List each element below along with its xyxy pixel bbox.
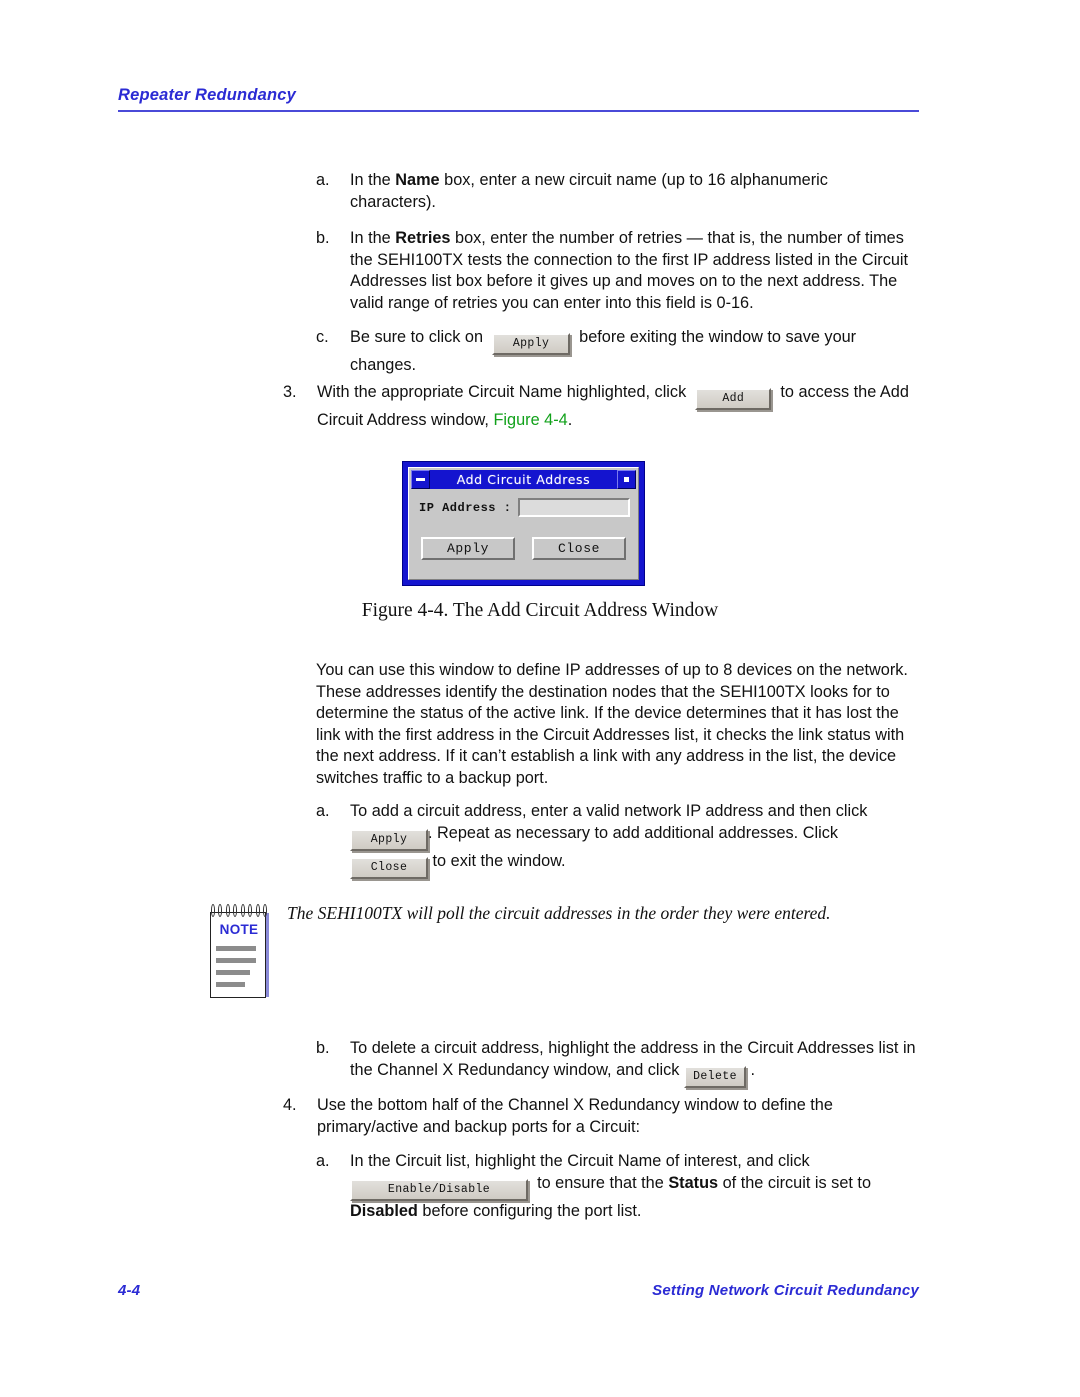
- step-a1-bold: Name: [395, 171, 440, 189]
- spiral-coil: [240, 904, 245, 917]
- minimize-glyph: [416, 478, 425, 481]
- note-callout: NOTE The SEHI100TX will poll the circuit…: [207, 900, 947, 998]
- list-marker: 4.: [283, 1096, 297, 1114]
- step-a2-mid: . Repeat as necessary to add additional …: [428, 823, 838, 842]
- spiral-coil: [248, 904, 253, 917]
- note-ruled-line: [216, 958, 256, 963]
- dialog-button-row: Apply Close: [421, 537, 626, 560]
- spiral-coil: [225, 904, 230, 917]
- spiral-coil: [233, 904, 238, 917]
- page-header-rule: [118, 110, 919, 112]
- step-c1-pre: Be sure to click on: [350, 328, 484, 346]
- note-ruled-line: [216, 970, 250, 975]
- delete-button[interactable]: Delete: [683, 1065, 746, 1088]
- footer-section-title: Setting Network Circuit Redundancy: [652, 1282, 919, 1299]
- add-circuit-address-dialog-figure: Add Circuit Address IP Address : Apply C…: [402, 461, 645, 586]
- page-header: Repeater Redundancy: [118, 86, 919, 112]
- minimize-icon[interactable]: [411, 470, 430, 489]
- step-a3-bold-disabled: Disabled: [350, 1201, 418, 1220]
- close-button[interactable]: Close: [350, 856, 428, 879]
- list-marker: a.: [316, 171, 330, 189]
- page-header-title: Repeater Redundancy: [118, 86, 297, 104]
- step-a3-mid2: of the circuit is set to: [718, 1173, 872, 1192]
- footer-page-number: 4-4: [118, 1282, 141, 1299]
- note-label: NOTE: [219, 922, 259, 937]
- list-item-step-c1: c. Be sure to click on Apply before exit…: [316, 327, 916, 377]
- step-a3-bold-status: Status: [668, 1173, 719, 1192]
- step-a3-mid: to ensure that the: [537, 1173, 669, 1192]
- spiral-coil: [218, 904, 223, 917]
- list-item-text: In the Name box, enter a new circuit nam…: [350, 170, 916, 213]
- list-item-step-b1: b. In the Retries box, enter the number …: [316, 228, 916, 314]
- list-item-text: To add a circuit address, enter a valid …: [350, 801, 926, 879]
- list-item-step-b2: b. To delete a circuit address, highligh…: [316, 1038, 931, 1088]
- note-ruled-line: [216, 946, 256, 951]
- step-b2-end: .: [750, 1060, 756, 1079]
- list-item-step-a3: a. In the Circuit list, highlight the Ci…: [316, 1151, 931, 1222]
- list-item-text: With the appropriate Circuit Name highli…: [317, 382, 923, 432]
- list-item-step-4: 4. Use the bottom half of the Channel X …: [283, 1095, 903, 1138]
- note-ruled-line: [216, 982, 245, 987]
- figure-caption: Figure 4-4. The Add Circuit Address Wind…: [361, 600, 719, 621]
- list-marker: a.: [316, 802, 330, 820]
- enable-disable-button[interactable]: Enable/Disable: [350, 1178, 528, 1201]
- step-a3-end: before configuring the port list.: [417, 1201, 642, 1220]
- step-a1-pre: In the: [350, 171, 396, 189]
- step-b2-pre: To delete a circuit address, highlight t…: [350, 1039, 916, 1079]
- list-item-step-a1: a. In the Name box, enter a new circuit …: [316, 170, 916, 213]
- apply-button[interactable]: Apply: [492, 333, 571, 355]
- list-marker: c.: [316, 328, 329, 346]
- dialog-close-button[interactable]: Close: [532, 537, 626, 560]
- note-icon: NOTE: [207, 904, 271, 1000]
- list-marker: b.: [316, 229, 330, 247]
- ip-address-input[interactable]: [518, 498, 630, 517]
- step-a2-end: to exit the window.: [432, 851, 566, 870]
- notepad-spiral-icon: [211, 904, 267, 918]
- list-item-text: Use the bottom half of the Channel X Red…: [317, 1096, 833, 1136]
- dialog-titlebar: Add Circuit Address: [411, 470, 636, 489]
- spiral-coil: [255, 904, 260, 917]
- dialog-title: Add Circuit Address: [456, 472, 591, 487]
- spiral-coil: [262, 904, 267, 917]
- list-marker: a.: [316, 1152, 330, 1170]
- maximize-icon[interactable]: [617, 470, 636, 489]
- note-text: The SEHI100TX will poll the circuit addr…: [287, 903, 831, 923]
- step-b1-bold: Retries: [395, 229, 451, 247]
- list-marker: 3.: [283, 383, 297, 401]
- paragraph-window-description: You can use this window to define IP add…: [316, 660, 926, 790]
- list-item-step-a2: a. To add a circuit address, enter a val…: [316, 801, 926, 879]
- page-footer: 4-4 Setting Network Circuit Redundancy: [118, 1282, 919, 1299]
- paragraph-text: You can use this window to define IP add…: [316, 661, 908, 787]
- list-marker: b.: [316, 1039, 330, 1057]
- dialog-apply-button[interactable]: Apply: [421, 537, 515, 560]
- step-a3-pre: In the Circuit list, highlight the Circu…: [350, 1152, 810, 1170]
- ip-address-row: IP Address :: [419, 497, 630, 518]
- dialog-client-area: Add Circuit Address IP Address : Apply C…: [408, 467, 639, 580]
- step-a2-pre: To add a circuit address, enter a valid …: [350, 802, 868, 820]
- list-item-step-3: 3. With the appropriate Circuit Name hig…: [283, 382, 923, 432]
- spiral-coil: [211, 904, 215, 917]
- step-3-pre: With the appropriate Circuit Name highli…: [317, 383, 687, 401]
- figure-4-4-link[interactable]: Figure 4-4: [493, 411, 567, 429]
- maximize-glyph: [624, 477, 629, 482]
- ip-address-label: IP Address :: [419, 500, 512, 515]
- list-item-text: To delete a circuit address, highlight t…: [350, 1038, 931, 1088]
- step-b1-pre: In the: [350, 229, 396, 247]
- list-item-text: In the Retries box, enter the number of …: [350, 228, 916, 314]
- step-3-end: .: [567, 411, 573, 429]
- list-item-text: Be sure to click on Apply before exiting…: [350, 327, 916, 377]
- apply-button[interactable]: Apply: [350, 828, 428, 851]
- list-item-text: In the Circuit list, highlight the Circu…: [350, 1151, 931, 1222]
- add-button[interactable]: Add: [695, 388, 772, 410]
